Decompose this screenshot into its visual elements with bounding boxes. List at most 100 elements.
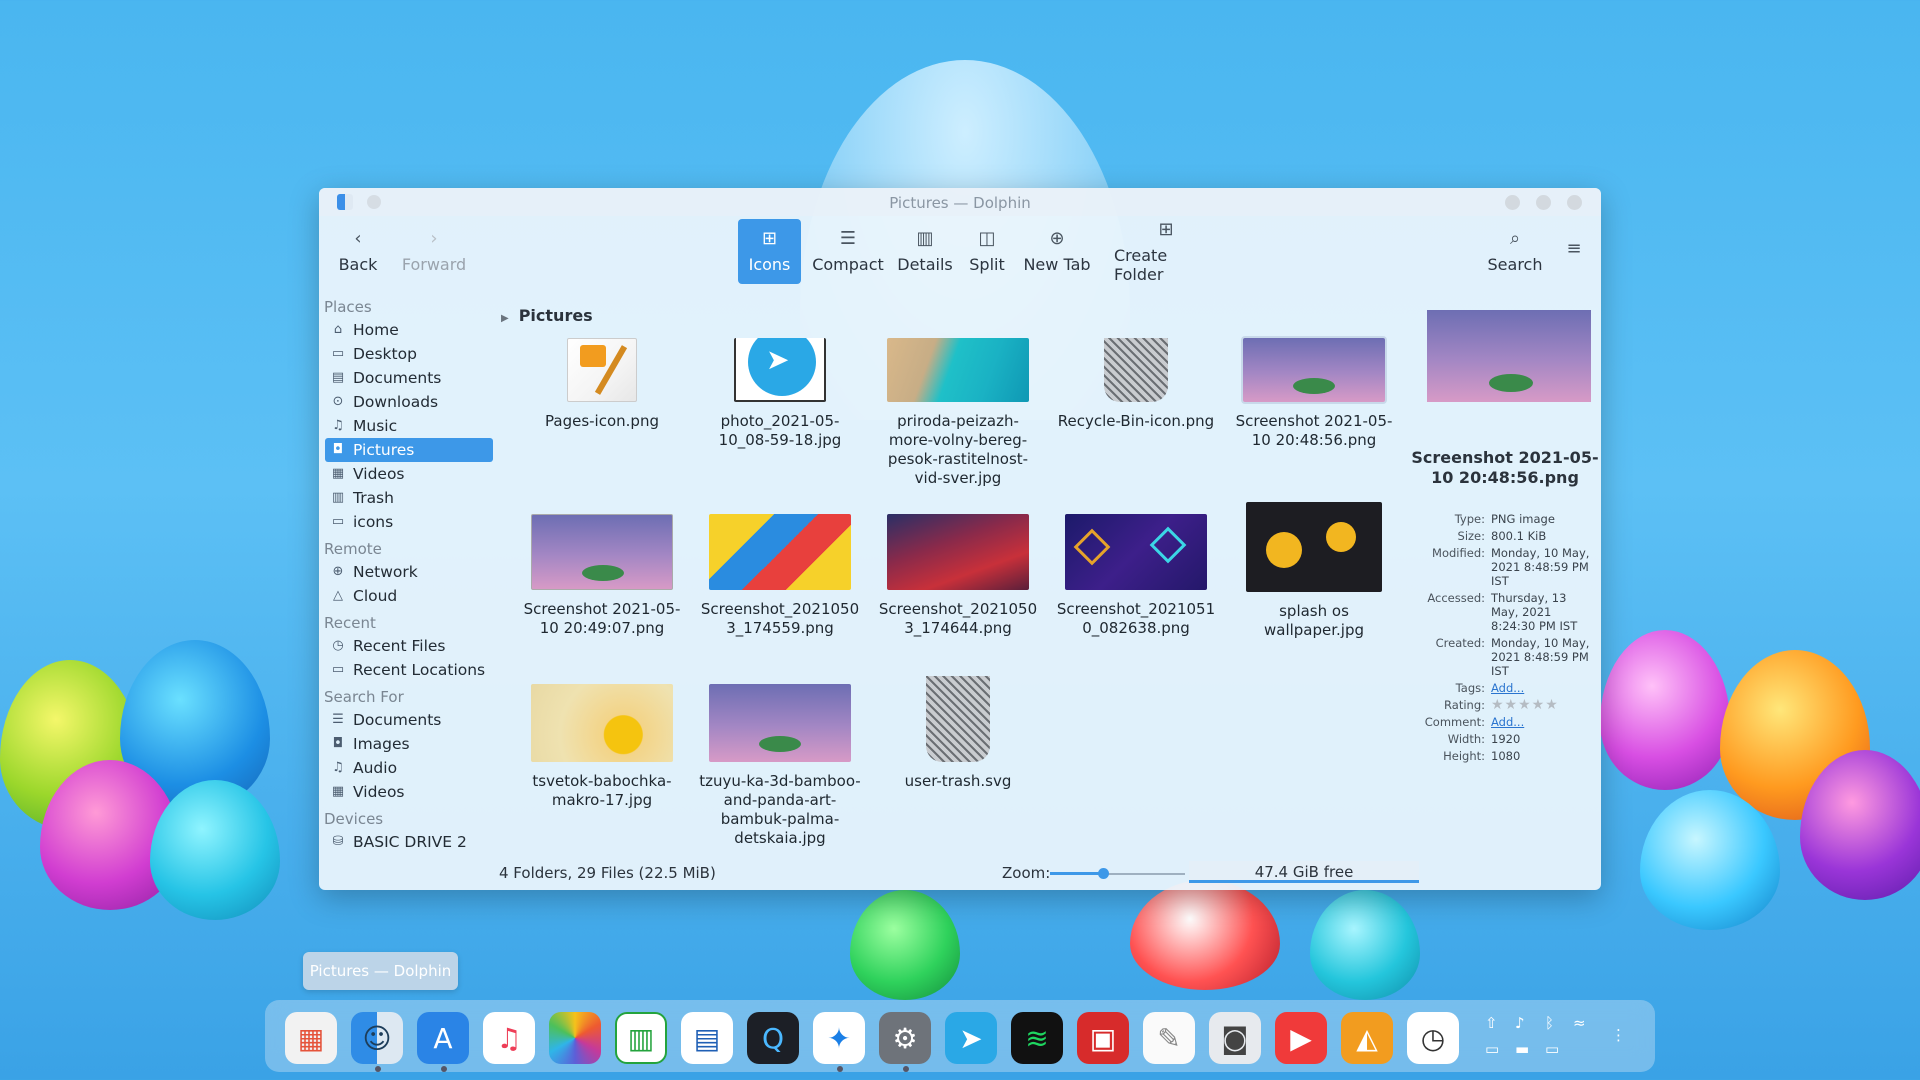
settings-icon[interactable]: ⚙: [879, 1012, 931, 1064]
bigsur-wallpaper-thumbnail: [887, 514, 1029, 590]
sidebar-item-music[interactable]: ♫ Music: [325, 414, 493, 438]
add-comment-link[interactable]: Add...: [1491, 715, 1524, 729]
clock-icon[interactable]: ◷: [1407, 1012, 1459, 1064]
screenshot-icon[interactable]: ◙: [1209, 1012, 1261, 1064]
text-icon: ☰: [332, 712, 344, 727]
notes-icon[interactable]: ✎: [1143, 1012, 1195, 1064]
sidebar-item-trash[interactable]: ▥ Trash: [325, 486, 493, 510]
icons-view-button[interactable]: ⊞ Icons: [738, 219, 801, 284]
keynote-icon[interactable]: ◭: [1341, 1012, 1393, 1064]
created-key: Created:: [1435, 636, 1485, 650]
sidebar-item-cloud[interactable]: △ Cloud: [325, 584, 493, 608]
pages-icon[interactable]: ▤: [681, 1012, 733, 1064]
music-note-icon: ♫: [332, 418, 344, 433]
video-player-icon[interactable]: ▶: [1275, 1012, 1327, 1064]
back-button[interactable]: ‹ Back: [333, 219, 383, 284]
app-store-icon[interactable]: A: [417, 1012, 469, 1064]
recent-header: Recent: [324, 614, 376, 632]
file-item[interactable]: Screenshot_20210510_082638.png: [1051, 514, 1221, 638]
battery-icon[interactable]: ▬: [1515, 1040, 1529, 1058]
title-bar[interactable]: Pictures — Dolphin: [319, 188, 1601, 216]
height-key: Height:: [1443, 749, 1485, 763]
new-tab-button[interactable]: ⊕ New Tab: [1019, 219, 1095, 284]
forward-button[interactable]: › Forward: [399, 219, 469, 284]
search-button[interactable]: ⌕ Search: [1485, 219, 1545, 284]
screenshot-thumbnail: [1243, 338, 1385, 402]
forward-label: Forward: [401, 255, 467, 274]
sidebar-item-basic-drive[interactable]: ⛁ BASIC DRIVE 2: [325, 830, 493, 854]
details-view-button[interactable]: ▥ Details: [894, 219, 956, 284]
spotify-icon[interactable]: ≋: [1011, 1012, 1063, 1064]
close-button[interactable]: [1567, 195, 1582, 210]
beach-thumbnail: [887, 338, 1029, 402]
sidebar-item-search-images[interactable]: ◘ Images: [325, 732, 493, 756]
sidebar-item-search-documents[interactable]: ☰ Documents: [325, 708, 493, 732]
file-item[interactable]: user-trash.svg: [873, 676, 1043, 791]
music-icon[interactable]: ♫: [483, 1012, 535, 1064]
file-item[interactable]: tzuyu-ka-3d-bamboo-and-panda-art-bambuk-…: [695, 684, 865, 848]
add-tags-link[interactable]: Add...: [1491, 681, 1524, 695]
file-item[interactable]: splash os wallpaper.jpg: [1229, 502, 1399, 640]
split-button[interactable]: ◫ Split: [964, 219, 1010, 284]
quicktime-icon[interactable]: Q: [747, 1012, 799, 1064]
file-item[interactable]: tsvetok-babochka-makro-17.jpg: [517, 684, 687, 810]
file-item[interactable]: ➤ photo_2021-05-10_08-59-18.jpg: [695, 338, 865, 450]
file-item[interactable]: Pages-icon.png: [517, 338, 687, 431]
photo-booth-icon[interactable]: ▣: [1077, 1012, 1129, 1064]
breadcrumb-caret-icon: ▶: [501, 313, 509, 324]
sidebar-item-search-videos[interactable]: ▦ Videos: [325, 780, 493, 804]
breadcrumb[interactable]: ▶ Pictures: [501, 306, 593, 325]
sidebar-item-label: Audio: [353, 759, 398, 777]
created-value: Monday, 10 May, 2021 8:48:59 PM IST: [1491, 636, 1590, 678]
folder-plus-icon: ⊞: [1158, 218, 1174, 240]
free-space-indicator[interactable]: 47.4 GiB free: [1189, 861, 1419, 883]
new-tab-label: New Tab: [1023, 255, 1091, 274]
maximize-button[interactable]: [1536, 195, 1551, 210]
split-icon: ◫: [978, 228, 996, 249]
sidebar-item-search-audio[interactable]: ♫ Audio: [325, 756, 493, 780]
finder-icon[interactable]: ☺: [351, 1012, 403, 1064]
sidebar-item-network[interactable]: ⊕ Network: [325, 560, 493, 584]
file-item[interactable]: Screenshot 2021-05-10 20:49:07.png: [517, 514, 687, 638]
zoom-slider-handle[interactable]: [1098, 868, 1109, 879]
safari-icon[interactable]: ✦: [813, 1012, 865, 1064]
butterfly-thumbnail: [531, 684, 673, 762]
icons-label: Icons: [748, 255, 791, 274]
file-item[interactable]: Screenshot_20210503_174644.png: [873, 514, 1043, 638]
wifi-icon[interactable]: ≈: [1573, 1014, 1586, 1032]
chevron-right-icon: ›: [430, 228, 438, 249]
sidebar-item-recent-locations[interactable]: ▭ Recent Locations: [325, 658, 493, 682]
rating-stars[interactable]: ★★★★★: [1491, 698, 1591, 712]
minimize-button[interactable]: [1505, 195, 1520, 210]
clipboard-icon[interactable]: ▭: [1485, 1040, 1499, 1058]
create-folder-button[interactable]: ⊞ Create Folder: [1114, 219, 1218, 284]
photos-icon[interactable]: [549, 1012, 601, 1064]
sidebar-item-pictures[interactable]: ◘ Pictures: [325, 438, 493, 462]
sidebar-item-desktop[interactable]: ▭ Desktop: [325, 342, 493, 366]
display-icon[interactable]: ▭: [1545, 1040, 1559, 1058]
sidebar-item-downloads[interactable]: ⊙ Downloads: [325, 390, 493, 414]
file-name: Screenshot 2021-05-10 20:48:56.png: [1235, 412, 1393, 449]
telegram-icon[interactable]: ➤: [945, 1012, 997, 1064]
sidebar-item-label: Recent Locations: [353, 661, 486, 679]
bluetooth-icon[interactable]: ᛒ: [1545, 1014, 1554, 1032]
file-item[interactable]: Screenshot 2021-05-10 20:48:56.png: [1229, 338, 1399, 450]
sidebar-item-documents[interactable]: ▤ Documents: [325, 366, 493, 390]
control-center-icon[interactable]: ⋮: [1611, 1026, 1626, 1044]
volume-icon[interactable]: ♪: [1515, 1014, 1525, 1032]
sidebar-item-home[interactable]: ⌂ Home: [325, 318, 493, 342]
sidebar-item-label: Videos: [353, 783, 405, 801]
file-item[interactable]: priroda-peizazh-more-volny-bereg-pesok-r…: [873, 338, 1043, 488]
file-item[interactable]: Screenshot_20210503_174559.png: [695, 514, 865, 638]
sidebar-item-recent-files[interactable]: ◷ Recent Files: [325, 634, 493, 658]
launchpad-icon[interactable]: ▦: [285, 1012, 337, 1064]
numbers-icon[interactable]: ▥: [615, 1012, 667, 1064]
sidebar-item-icons[interactable]: ▭ icons: [325, 510, 493, 534]
search-icon: ⌕: [1509, 228, 1521, 249]
updates-icon[interactable]: ⇧: [1485, 1014, 1498, 1032]
hamburger-menu-button[interactable]: ≡: [1559, 219, 1589, 284]
sidebar-item-videos[interactable]: ▦ Videos: [325, 462, 493, 486]
file-name: Screenshot_20210503_174644.png: [878, 600, 1038, 637]
file-item[interactable]: Recycle-Bin-icon.png: [1051, 338, 1221, 431]
compact-view-button[interactable]: ☰ Compact: [809, 219, 887, 284]
